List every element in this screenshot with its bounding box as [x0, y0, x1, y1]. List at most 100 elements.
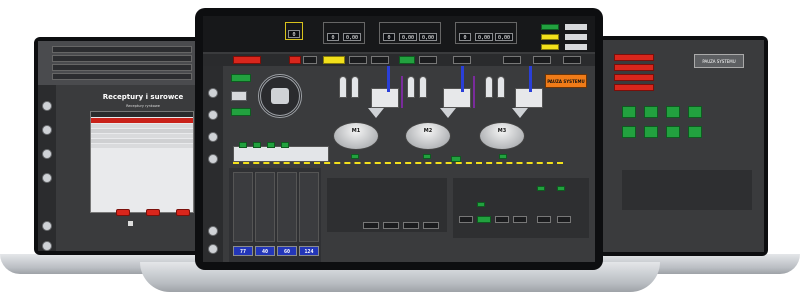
mixer-m2[interactable]	[405, 122, 451, 150]
conveyor-line	[233, 162, 563, 164]
output-button-1[interactable]	[459, 216, 473, 223]
recipes-icon[interactable]	[208, 110, 218, 120]
dosing-block-2[interactable]	[443, 88, 471, 108]
tab-7[interactable]	[419, 56, 437, 64]
tab-3[interactable]	[323, 56, 345, 64]
mixer-m3-label: M3	[497, 128, 507, 134]
delete-button[interactable]	[116, 209, 130, 216]
materials-icon[interactable]	[42, 125, 52, 135]
pipe-purple	[401, 76, 403, 108]
scale-value-2: 40	[255, 246, 275, 256]
menu-row[interactable]	[52, 55, 192, 62]
recipes-icon[interactable]	[42, 101, 52, 111]
list-item[interactable]	[91, 129, 193, 133]
group-2-c: 0,00	[419, 33, 437, 41]
recipe-list-header	[91, 112, 193, 117]
bottom-checkbox[interactable]	[128, 221, 133, 226]
silo-6[interactable]	[497, 76, 505, 98]
user-icon[interactable]	[42, 221, 52, 231]
right-counter-3	[614, 74, 654, 81]
small-hopper-3[interactable]	[267, 142, 275, 148]
scales-panel: 77 40 60 124	[229, 168, 321, 262]
power-icon[interactable]	[208, 244, 218, 254]
settings-icon[interactable]	[42, 149, 52, 159]
pause-system-button[interactable]: PAUZA SYSTEMU	[545, 74, 587, 88]
feeder-button-1[interactable]	[231, 74, 251, 82]
tab-2[interactable]	[303, 56, 317, 64]
start-button[interactable]	[541, 24, 559, 30]
right-status-7	[666, 126, 680, 138]
group-3-b: 0,00	[475, 33, 493, 41]
output-button-5[interactable]	[537, 216, 551, 223]
tab-9[interactable]	[503, 56, 521, 64]
reset-button[interactable]	[541, 34, 559, 40]
transport-panel	[327, 178, 447, 232]
intake-hopper[interactable]	[231, 91, 247, 101]
recipe-list[interactable]	[90, 111, 194, 213]
settings-icon[interactable]	[208, 154, 218, 164]
scale-col-1	[233, 172, 253, 242]
route-button-2[interactable]	[383, 222, 399, 229]
reports-icon[interactable]	[208, 132, 218, 142]
tab-1[interactable]	[289, 56, 301, 64]
silo-2[interactable]	[351, 76, 359, 98]
mixer-m3[interactable]	[479, 122, 525, 150]
menu-row[interactable]	[52, 64, 192, 71]
tab-11[interactable]	[563, 56, 581, 64]
right-system-label[interactable]: PAUZA SYSTEMU	[694, 54, 744, 68]
feeder-button-2[interactable]	[231, 108, 251, 116]
output-button-4[interactable]	[513, 216, 527, 223]
power-icon[interactable]	[42, 241, 52, 251]
small-hopper-4[interactable]	[281, 142, 289, 148]
small-hopper-1[interactable]	[239, 142, 247, 148]
output-button-3[interactable]	[495, 216, 509, 223]
route-button-3[interactable]	[403, 222, 419, 229]
silo-3[interactable]	[407, 76, 415, 98]
list-item[interactable]	[91, 134, 193, 138]
user-icon[interactable]	[208, 226, 218, 236]
home-icon[interactable]	[208, 88, 218, 98]
center-screen: 0 0 0,00 0 0,00 0,00 0 0,00 0,00 0 0	[203, 16, 595, 262]
nav-button-2[interactable]	[565, 34, 587, 40]
route-button-1[interactable]	[363, 222, 379, 229]
cone-1	[368, 108, 384, 118]
silo-1[interactable]	[339, 76, 347, 98]
list-item-selected[interactable]	[91, 118, 193, 123]
list-item[interactable]	[91, 139, 193, 143]
route-button-4[interactable]	[423, 222, 439, 229]
tab-8[interactable]	[453, 56, 471, 64]
mixer-status-1	[351, 154, 359, 159]
silo-4[interactable]	[419, 76, 427, 98]
list-item[interactable]	[91, 124, 193, 128]
group-2-a: 0	[383, 33, 395, 41]
tab-4[interactable]	[349, 56, 367, 64]
output-button-6[interactable]	[557, 216, 571, 223]
edit-button[interactable]	[146, 209, 160, 216]
tab-6[interactable]	[399, 56, 415, 64]
menu-row[interactable]	[52, 73, 192, 80]
nav-button-3[interactable]	[565, 44, 587, 50]
chart-icon[interactable]	[42, 173, 52, 183]
right-status-1	[622, 106, 636, 118]
small-hopper-2[interactable]	[253, 142, 261, 148]
mixer-m1[interactable]	[333, 122, 379, 150]
silo-5[interactable]	[485, 76, 493, 98]
right-status-2	[644, 106, 658, 118]
add-button[interactable]	[176, 209, 190, 216]
tab-10[interactable]	[533, 56, 551, 64]
menu-row[interactable]	[52, 46, 192, 53]
ack-button[interactable]	[541, 44, 559, 50]
output-status-3	[557, 186, 565, 191]
list-item[interactable]	[91, 144, 193, 148]
output-button-2[interactable]	[477, 216, 491, 223]
right-data-table	[622, 170, 752, 210]
tab-alarm[interactable]	[233, 56, 261, 64]
pipe-purple-2	[473, 76, 475, 108]
counter-1-value: 0	[288, 30, 300, 38]
scale-col-2	[255, 172, 275, 242]
nav-button-1[interactable]	[565, 24, 587, 30]
tab-5[interactable]	[371, 56, 389, 64]
center-icon-rail	[203, 66, 223, 262]
right-counter-2	[614, 64, 654, 71]
dosing-block-1[interactable]	[371, 88, 399, 108]
